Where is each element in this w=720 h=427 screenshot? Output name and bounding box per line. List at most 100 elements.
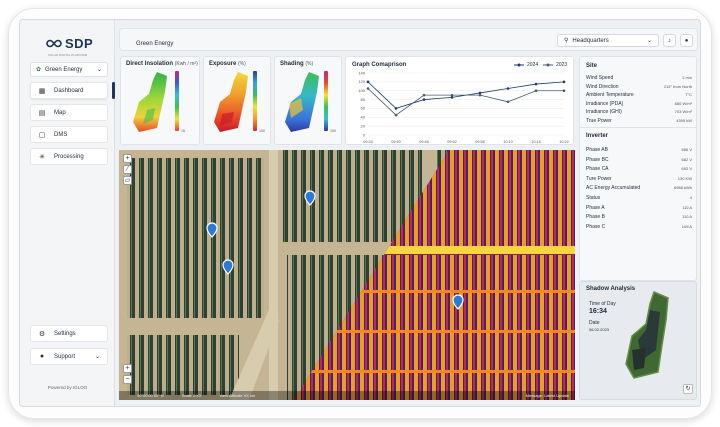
- refresh-icon[interactable]: ↻: [683, 384, 693, 394]
- shadow-site-thumbnail: [625, 290, 669, 379]
- nav-item-dms[interactable]: ▢ DMS: [30, 126, 108, 143]
- x-tick-label: 09:58: [475, 140, 485, 144]
- info-row: Irradiance (PDA) 880 W/m²: [586, 101, 692, 107]
- infinity-logo-icon: [46, 39, 62, 48]
- info-row-value: 703 W/m²: [674, 109, 692, 114]
- info-row-label: AC Energy Accumulated: [586, 185, 641, 192]
- line-chart: 0 20 40 60 80 100 120 140 09:34 09:40 09:46 09:52 09…: [358, 70, 569, 144]
- info-row-label: Phase C: [586, 223, 606, 230]
- nav-label: Map: [54, 109, 66, 116]
- user-account-icon[interactable]: ●: [680, 34, 693, 47]
- info-row-value: 4: [689, 195, 692, 200]
- data-point-2024: [450, 96, 454, 99]
- y-tick-label: 40: [361, 115, 366, 120]
- data-point-2024: [534, 82, 538, 86]
- nav-item-map[interactable]: ▤ Map: [30, 104, 108, 121]
- info-row: Irradiance (GHI) 703 W/m²: [586, 109, 692, 115]
- map-pin-icon[interactable]: [453, 296, 463, 310]
- project-selector[interactable]: ✿ Green Energy ⌄: [30, 62, 108, 77]
- location-pin-icon: ⚲: [564, 38, 569, 44]
- settings-label: Settings: [54, 330, 76, 337]
- leaf-icon: ✿: [36, 67, 42, 73]
- app-screen: SDP SOLAR DIGITAL PLATFORM ✿ Green Energ…: [19, 19, 701, 407]
- exposure-heatmap: [214, 72, 248, 132]
- project-name: Green Energy: [45, 66, 83, 73]
- notification-bell-icon[interactable]: ♪: [663, 34, 676, 47]
- draw-line-icon[interactable]: ⁄: [123, 165, 132, 174]
- info-row-label: Wind Direction: [586, 83, 619, 90]
- gear-icon: ⚙: [38, 330, 46, 338]
- info-row: True Power 4395 kW: [586, 118, 692, 124]
- data-point-2023: [450, 93, 454, 97]
- map-pin-icon[interactable]: [207, 224, 217, 238]
- card-title: Direct Insolation (Kwh / m²): [126, 61, 198, 67]
- shading-heatmap: [285, 72, 319, 132]
- chevron-down-icon: ⌄: [96, 67, 102, 73]
- map-coordinates: 30°00'00.00" N: [137, 393, 164, 398]
- data-point-2023: [366, 87, 370, 90]
- shadow-analysis-panel[interactable]: Shadow Analysis Time of Day 16:34 Date 0…: [579, 281, 697, 400]
- info-row: Phase C 109 A: [586, 224, 692, 230]
- insolation-heatmap: [133, 72, 167, 132]
- info-row: Phase B 110 A: [586, 214, 692, 220]
- info-row: Ambient Temperature 7°C: [586, 92, 692, 98]
- nav-item-processing[interactable]: ✳ Processing: [30, 148, 108, 165]
- chevron-down-icon: ⌄: [646, 38, 652, 44]
- nav-item-dashboard[interactable]: ▦ Dashboard: [30, 82, 108, 99]
- right-column: Site Wind Speed 2 m/s Wind Direction 213° f…: [579, 56, 697, 400]
- zoom-in-button[interactable]: +: [123, 364, 132, 373]
- dms-icon: ▢: [38, 131, 46, 139]
- info-row: AC Energy Accumulated 6988 kWh: [586, 185, 692, 191]
- active-indicator: [112, 82, 115, 99]
- y-tick-label: 120: [358, 79, 365, 84]
- data-point-2024: [394, 107, 398, 110]
- shading-card[interactable]: Shading (%) 100: [274, 56, 342, 145]
- nav-label: Processing: [54, 153, 84, 160]
- info-row: Phase CA 692 V: [586, 166, 692, 172]
- dashboard-icon: ▦: [38, 87, 46, 95]
- site-info-panel: Site Wind Speed 2 m/s Wind Direction 213° f…: [579, 56, 697, 281]
- insolation-colorbar: [175, 71, 179, 131]
- time-of-day-label: Time of Day: [589, 301, 616, 307]
- graph-comparison-card[interactable]: Graph Comaprison 2024 2023 0 20 40 60 80 100 1…: [345, 56, 574, 145]
- map-pin-icon[interactable]: [305, 192, 315, 206]
- x-tick-label: 10:10: [503, 140, 513, 144]
- sidebar: SDP SOLAR DIGITAL PLATFORM ✿ Green Energ…: [20, 20, 115, 406]
- location-label: Headquarters: [572, 37, 609, 44]
- info-row-label: Phase B: [586, 214, 605, 221]
- map-icon: ▤: [38, 109, 46, 117]
- brand-tagline: SOLAR DIGITAL PLATFORM: [48, 53, 88, 57]
- info-row: Phase A 110 A: [586, 205, 692, 211]
- y-tick-label: 140: [358, 70, 365, 75]
- chat-icon: ●: [39, 353, 45, 360]
- x-tick-label: 10:22: [559, 140, 569, 144]
- settings-button[interactable]: ⚙ Settings: [30, 325, 108, 342]
- data-point-2024: [422, 98, 426, 101]
- info-row-label: Phase AB: [586, 147, 608, 153]
- zoom-out-button[interactable]: −: [123, 375, 132, 384]
- x-tick-label: 09:52: [447, 140, 457, 144]
- data-point-2024: [506, 87, 510, 90]
- exposure-card[interactable]: Exposure (%) 100: [203, 56, 271, 145]
- draw-polygon-icon[interactable]: ▱: [123, 176, 132, 185]
- location-selector[interactable]: ⚲ Headquarters ⌄: [557, 34, 659, 47]
- info-row-value: 682 V: [681, 156, 692, 162]
- insolation-card[interactable]: Direct Insolation (Kwh / m²) 15: [120, 56, 200, 145]
- nav-label: DMS: [54, 131, 68, 138]
- x-tick-label: 09:34: [363, 140, 373, 144]
- top-bar: Green Energy ⚲ Headquarters ⌄ ♪ ●: [119, 28, 698, 51]
- info-row: Wind Direction 213° from North: [586, 84, 692, 90]
- y-tick-label: 60: [361, 106, 366, 111]
- map-pin-icon[interactable]: [223, 261, 233, 275]
- map-view-altitude: View Altitude XX km: [219, 393, 256, 398]
- info-row: Status 4: [586, 195, 692, 201]
- info-row: Phase AB 686 V: [586, 147, 692, 153]
- data-point-2024: [366, 80, 370, 84]
- site-map[interactable]: + ⁄ ▱ + − 30°00'00.00" N Scale 1:XX View…: [119, 150, 575, 400]
- map-status-bar: 30°00'00.00" N Scale 1:XX View Altitude …: [119, 391, 575, 400]
- processing-icon: ✳: [39, 153, 45, 161]
- support-button[interactable]: ● Support ⌄: [30, 348, 108, 365]
- zoom-in-button[interactable]: +: [123, 154, 132, 163]
- card-title: Exposure (%): [209, 61, 246, 67]
- info-row-label: Phase A: [586, 204, 605, 211]
